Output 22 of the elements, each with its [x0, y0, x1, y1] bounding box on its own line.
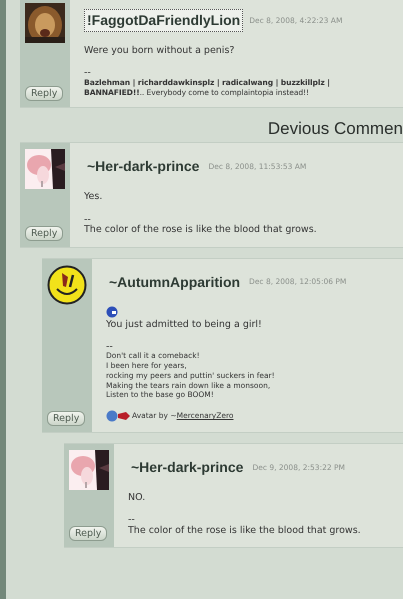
signature-separator: -- [84, 68, 92, 78]
reply-button[interactable]: Reply [25, 226, 64, 241]
message-text: You just admitted to being a girl! [106, 318, 263, 332]
emoticon-icon [106, 306, 118, 318]
signature-separator: -- [84, 214, 91, 224]
avatar-icon [47, 264, 87, 305]
signature-separator: -- [106, 342, 114, 352]
message-text: Yes. [84, 190, 104, 204]
signature-line: The color of the rose is like the blood that grows. [84, 224, 318, 237]
message-text: NO. [128, 491, 146, 506]
reply-button[interactable]: Reply [69, 526, 108, 542]
reply-button[interactable]: Reply [25, 86, 64, 102]
message-text: Were you born without a penis? [84, 44, 236, 58]
username-link[interactable]: ~Her-dark-prince [84, 155, 202, 178]
signature-separator: -- [128, 515, 136, 525]
username-link[interactable]: !FaggotDaFriendlyLion [84, 9, 244, 32]
section-heading: Devious Commen [266, 118, 403, 140]
username-link[interactable]: ~Her-dark-prince [128, 456, 246, 480]
reply-button[interactable]: Reply [47, 411, 86, 426]
username-link[interactable]: ~AutumnApparition [106, 270, 244, 294]
avatar-credit-icon [106, 410, 132, 422]
signature-line: The color of the rose is like the blood that grows. [128, 524, 362, 538]
